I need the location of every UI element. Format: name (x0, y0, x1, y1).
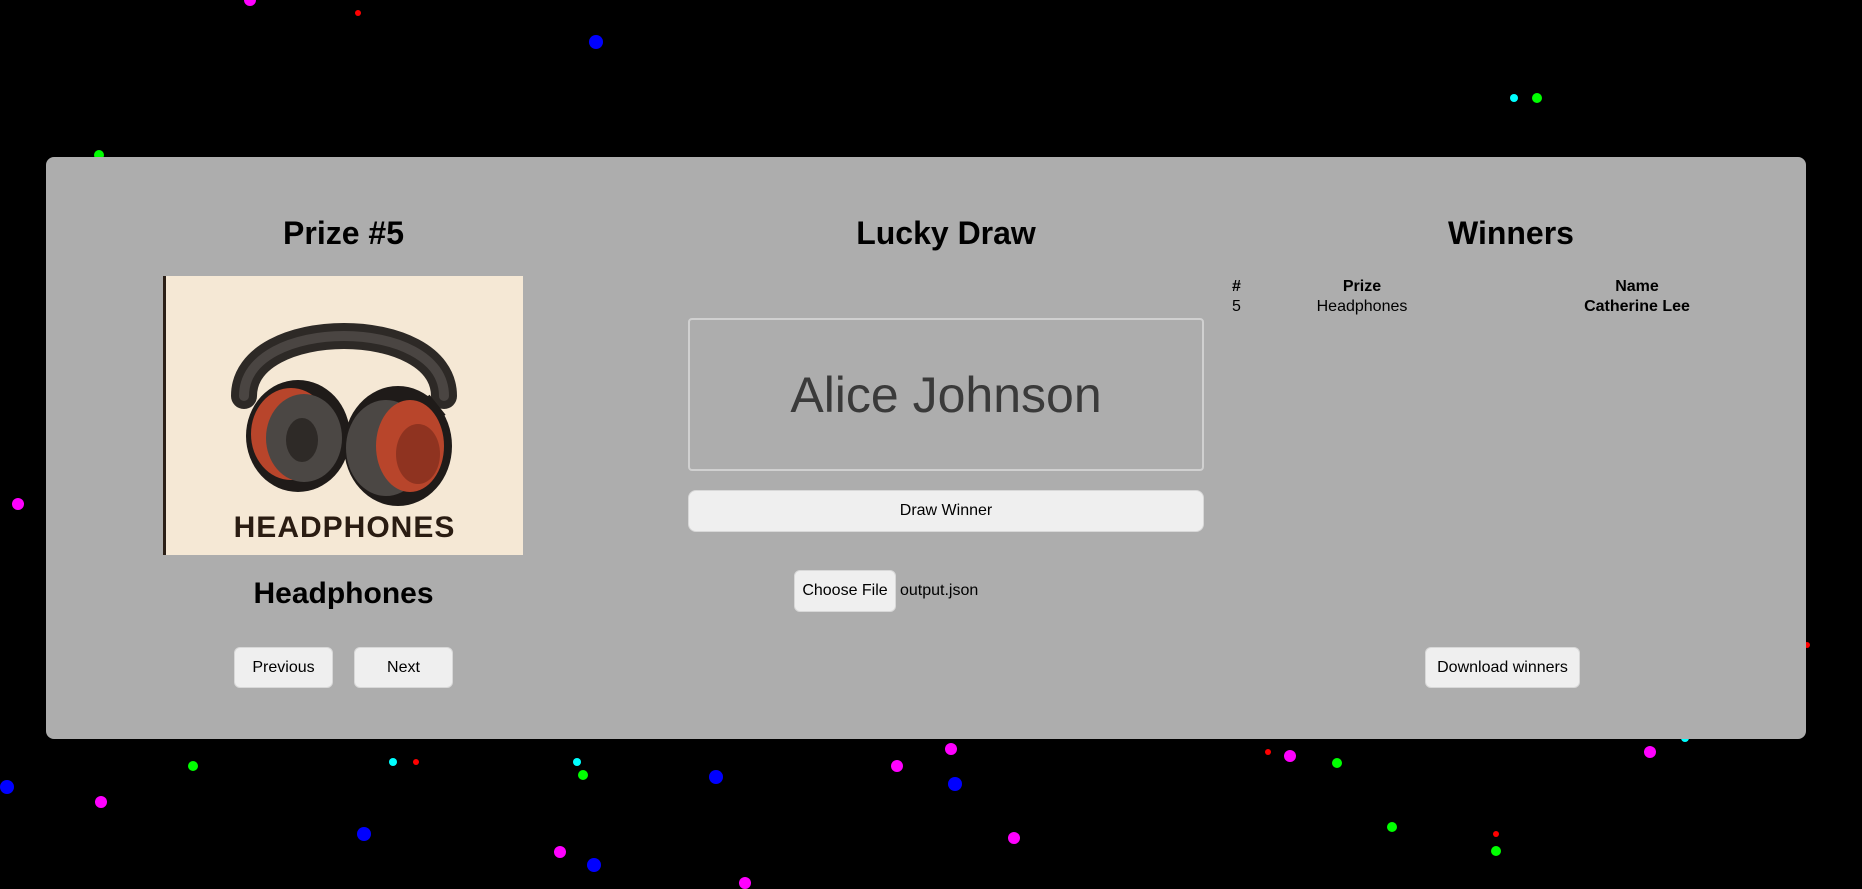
prize-image-caption: HEADPHONES (233, 511, 456, 544)
prize-image: HEADPHONES (163, 276, 523, 555)
confetti-dot (709, 770, 723, 784)
confetti-dot (355, 10, 361, 16)
column-header-prize: Prize (1342, 278, 1382, 295)
confetti-dot (389, 758, 397, 766)
confetti-dot (1532, 93, 1542, 103)
confetti-dot (589, 35, 603, 49)
confetti-dot (1493, 831, 1499, 837)
file-name-label: output.json (900, 582, 979, 599)
draw-name-display: Alice Johnson (688, 318, 1204, 471)
confetti-dot (0, 780, 14, 794)
confetti-dot (12, 498, 24, 510)
winners-heading: Winners (1448, 215, 1574, 251)
confetti-dot (578, 770, 588, 780)
draw-section: Lucky Draw Alice Johnson Draw Winner Cho… (641, 157, 1251, 739)
confetti-dot (1265, 749, 1271, 755)
confetti-dot (948, 777, 962, 791)
confetti-dot (1284, 750, 1296, 762)
next-button[interactable]: Next (354, 647, 453, 688)
confetti-dot (413, 759, 419, 765)
prize-name: Headphones (253, 577, 434, 610)
table-row: 5 Headphones Catherine Lee (1232, 297, 1792, 317)
winners-table-header: # Prize Name (1232, 277, 1792, 297)
winner-name: Catherine Lee (1584, 298, 1690, 315)
file-input: Choose File output.json (794, 570, 978, 612)
confetti-dot (573, 758, 581, 766)
confetti-dot (1491, 846, 1501, 856)
confetti-dot (244, 0, 256, 6)
winner-number: 5 (1232, 298, 1241, 315)
download-winners-button[interactable]: Download winners (1425, 647, 1580, 688)
main-panel: Prize #5 HEADPHONES Headphones Previous … (46, 157, 1806, 739)
column-header-name: Name (1615, 278, 1659, 295)
confetti-dot (554, 846, 566, 858)
confetti-dot (587, 858, 601, 872)
winners-table: # Prize Name 5 Headphones Catherine Lee (1232, 277, 1792, 317)
choose-file-button[interactable]: Choose File (794, 570, 896, 612)
previous-button[interactable]: Previous (234, 647, 333, 688)
prize-heading: Prize #5 (283, 215, 404, 251)
draw-heading: Lucky Draw (856, 215, 1036, 251)
winner-prize: Headphones (1316, 298, 1408, 315)
confetti-dot (357, 827, 371, 841)
confetti-dot (1008, 832, 1020, 844)
draw-winner-button[interactable]: Draw Winner (688, 490, 1204, 532)
prize-section: Prize #5 HEADPHONES Headphones Previous … (46, 157, 641, 739)
winners-section: Winners # Prize Name 5 Headphones Cather… (1216, 157, 1806, 739)
confetti-dot (1510, 94, 1518, 102)
confetti-dot (1644, 746, 1656, 758)
confetti-dot (891, 760, 903, 772)
confetti-dot (739, 877, 751, 889)
confetti-dot (1332, 758, 1342, 768)
confetti-dot (1387, 822, 1397, 832)
confetti-dot (188, 761, 198, 771)
confetti-dot (95, 796, 107, 808)
column-header-number: # (1232, 278, 1241, 295)
confetti-dot (945, 743, 957, 755)
